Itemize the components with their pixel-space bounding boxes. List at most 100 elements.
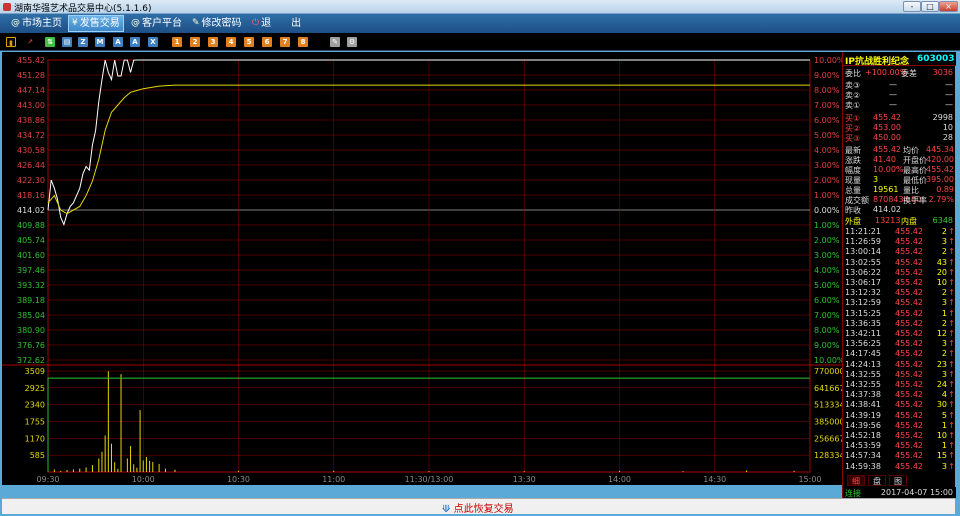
minimize-button[interactable]: -: [903, 1, 921, 12]
toolbar-button-10[interactable]: 1: [172, 37, 182, 47]
stat-row: 总量 19561 量比 0.89: [845, 185, 954, 195]
panel-tab-1[interactable]: 细: [847, 475, 865, 486]
toolbar-button-16[interactable]: 7: [280, 37, 290, 47]
toolbar-button-7[interactable]: A: [113, 37, 123, 47]
close-button[interactable]: ×: [939, 1, 958, 12]
percent-tick-label: 3.00%: [814, 251, 840, 260]
toolbar-button-11[interactable]: 2: [190, 37, 200, 47]
toolbar-button-2[interactable]: ↗: [25, 37, 35, 47]
volume-tick-label: 2925: [25, 384, 45, 393]
price-tick-label: 434.72: [17, 131, 45, 140]
tick-trade-row: 13:36:35 455.42 2 ↑: [845, 318, 955, 328]
toolbar-button-6[interactable]: M: [95, 37, 105, 47]
toolbar-button-4[interactable]: ▤: [62, 37, 72, 47]
amount-tick-label: 128334: [814, 451, 842, 460]
percent-tick-label: 6.00%: [814, 116, 840, 125]
tick-trade-row: 11:26:59 455.42 3 ↑: [845, 237, 955, 247]
maximize-button[interactable]: □: [921, 1, 939, 12]
price-tick-label: 426.44: [17, 161, 45, 170]
price-tick-label: 376.76: [17, 341, 45, 350]
time-tick-label: 11:30/13:00: [405, 475, 454, 484]
toolbar-button-1[interactable]: ▮: [6, 37, 16, 47]
time-tick-label: 15:00: [798, 475, 821, 484]
volume-tick-label: 1755: [25, 418, 45, 427]
percent-tick-label: 7.00%: [814, 101, 840, 110]
tick-trade-row: 14:57:34 455.42 15 ↑: [845, 451, 955, 461]
quote-panel: IP抗战胜利纪念 603003 委比 +100.00% 委差 3036 卖③ — — 卖② — —…: [842, 52, 956, 498]
sell-level-row: 卖② — —: [845, 90, 953, 100]
percent-tick-label: 6.00%: [814, 296, 840, 305]
time-tick-label: 10:30: [227, 475, 250, 484]
toolbar-button-3[interactable]: ⇅: [45, 37, 55, 47]
volume-tick-label: 2340: [25, 401, 45, 410]
price-tick-label: 451.28: [17, 71, 45, 80]
tick-trade-row: 14:39:19 455.42 5 ↑: [845, 410, 955, 420]
price-tick-label: 372.62: [17, 356, 45, 365]
price-tick-label: 418.16: [17, 191, 45, 200]
price-tick-label: 405.74: [17, 236, 45, 245]
tick-trade-row: 14:39:56 455.42 1 ↑: [845, 420, 955, 430]
tick-trade-row: 14:37:38 455.42 4 ↑: [845, 390, 955, 400]
price-tick-label: 447.14: [17, 86, 45, 95]
time-tick-label: 14:30: [703, 475, 726, 484]
volume-tick-label: 585: [30, 451, 45, 460]
toolbar-button-9[interactable]: X: [148, 37, 158, 47]
tick-trade-row: 13:42:11 455.42 12 ↑: [845, 329, 955, 338]
product-name: IP抗战胜利纪念: [845, 57, 909, 67]
tick-trade-row: 14:32:55 455.42 24 ↑: [845, 380, 955, 389]
menu-change-password[interactable]: ✎ 修改密码: [189, 15, 247, 32]
toolbar-button-18[interactable]: ✎: [330, 37, 340, 47]
percent-tick-label: 4.00%: [814, 266, 840, 275]
toolbar-button-8[interactable]: A: [130, 37, 140, 47]
stat-row: 昨收 414.02: [845, 205, 901, 215]
tick-trade-row: 14:24:13 455.42 23 ↑: [845, 359, 955, 369]
time-tick-label: 10:00: [132, 475, 155, 484]
resume-trade-link[interactable]: ⟱ 点此恢复交易: [442, 500, 514, 515]
intraday-chart[interactable]: 455.42 10.00% 451.28 9.00% 447.14 8.00% 443.00…: [2, 52, 845, 485]
panel-tabs: 细盘图: [843, 475, 956, 486]
toolbar-button-17[interactable]: 8: [298, 37, 308, 47]
pencil-icon: ✎: [192, 18, 200, 28]
tick-trade-row: 14:53:59 455.42 1 ↑: [845, 441, 955, 451]
toolbar-button-13[interactable]: 4: [226, 37, 236, 47]
at-icon: @: [131, 18, 140, 28]
price-tick-label: 430.58: [17, 146, 45, 155]
menu-client-platform[interactable]: @ 客户平台: [128, 15, 186, 32]
stat-row: 最新 455.42 均价 445.34: [845, 145, 954, 155]
percent-tick-label: 10.00%: [814, 356, 842, 365]
price-tick-label: 414.02: [17, 206, 45, 215]
amount-tick-label: 256667: [814, 434, 842, 443]
percent-tick-label: 8.00%: [814, 326, 840, 335]
amount-tick-label: 770000: [814, 367, 842, 376]
tick-trade-row: 14:32:55 455.42 3 ↑: [845, 369, 955, 379]
app-logo-icon: [3, 3, 11, 11]
status-bar: ⟱ 点此恢复交易: [2, 498, 955, 515]
toolbar-button-19[interactable]: ⚙: [347, 37, 357, 47]
toolbar-button-14[interactable]: 5: [244, 37, 254, 47]
tick-trade-row: 13:06:17 455.42 10 ↑: [845, 278, 955, 287]
toolbar-button-12[interactable]: 3: [208, 37, 218, 47]
tick-trade-row: 13:15:25 455.42 1 ↑: [845, 308, 955, 318]
tick-trade-row: 14:52:18 455.42 10 ↑: [845, 431, 955, 440]
price-tick-label: 443.00: [17, 101, 45, 110]
time-tick-label: 13:30: [513, 475, 536, 484]
tick-trade-row: 14:59:38 455.42 3 ↑: [845, 461, 955, 471]
menu-market-home[interactable]: @ 市场主页: [8, 15, 66, 32]
at-icon: @: [11, 18, 20, 28]
tick-trade-row: 11:21:21 455.42 2 ↑: [845, 227, 955, 236]
percent-tick-label: 5.00%: [814, 131, 840, 140]
menu-exit[interactable]: ⏻ 退 出: [249, 15, 311, 32]
stat-row: 幅度 10.00% 最高价 455.42: [845, 165, 954, 175]
tick-trade-row: 14:38:41 455.42 30 ↑: [845, 400, 955, 410]
percent-tick-label: 9.00%: [814, 71, 840, 80]
toolbar-button-5[interactable]: Z: [78, 37, 88, 47]
buy-level-row: 买① 455.42 2998: [845, 113, 953, 123]
percent-tick-label: 2.00%: [814, 176, 840, 185]
panel-tab-2[interactable]: 盘: [868, 475, 886, 486]
toolbar-button-15[interactable]: 6: [262, 37, 272, 47]
time-tick-label: 11:00: [322, 475, 345, 484]
percent-tick-label: 9.00%: [814, 341, 840, 350]
panel-tab-3[interactable]: 图: [889, 475, 907, 486]
menu-issue-trade[interactable]: ¥ 发售交易: [68, 15, 124, 32]
percent-tick-label: 8.00%: [814, 86, 840, 95]
